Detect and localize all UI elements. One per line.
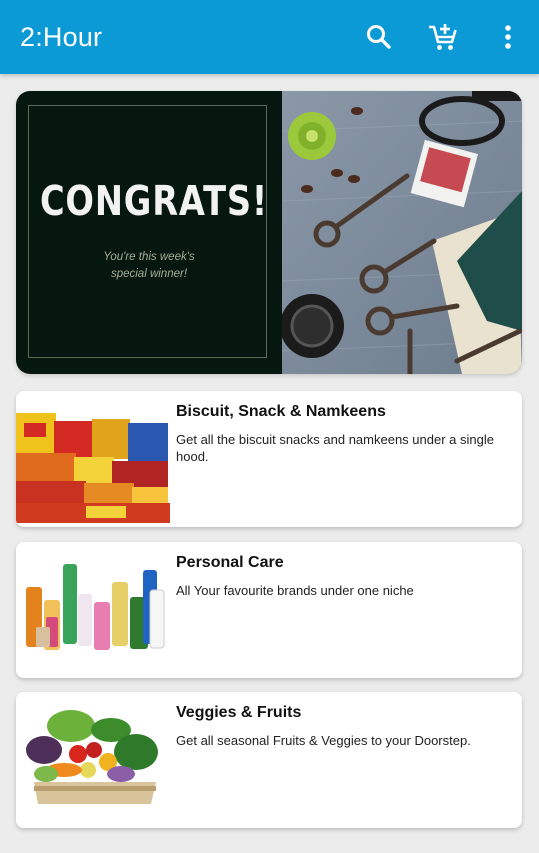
category-title: Personal Care <box>176 554 284 571</box>
congrats-panel: CONGRATS! You're this week's special win… <box>16 91 282 374</box>
decorative-frame <box>28 105 267 358</box>
overflow-menu-button[interactable] <box>491 20 525 54</box>
category-description: Get all the biscuit snacks and namkeens … <box>176 432 494 464</box>
category-card-snacks[interactable]: Biscuit, Snack & Namkeens Get all the bi… <box>16 391 522 527</box>
promo-banner[interactable]: CONGRATS! You're this week's special win… <box>16 91 522 374</box>
congrats-heading: CONGRATS! <box>39 177 269 225</box>
more-vert-icon <box>505 25 511 49</box>
winner-subtext: You're this week's special winner! <box>16 249 282 283</box>
category-card-veggies-fruits[interactable]: Veggies & Fruits Get all seasonal Fruits… <box>16 692 522 828</box>
add-to-cart-button[interactable] <box>426 20 460 54</box>
winner-subtext-line2: special winner! <box>110 268 188 280</box>
category-description: Get all seasonal Fruits & Veggies to you… <box>176 733 471 748</box>
vintage-keys-photo <box>280 91 522 374</box>
personal-care-image <box>16 542 170 678</box>
category-title: Veggies & Fruits <box>176 704 302 721</box>
snacks-image <box>16 391 170 527</box>
app-bar: 2:Hour <box>0 0 539 74</box>
category-card-personal-care[interactable]: Personal Care All Your favourite brands … <box>16 542 522 678</box>
veggies-fruits-image <box>16 692 170 828</box>
app-title: 2:Hour <box>20 22 103 52</box>
category-description: All Your favourite brands under one nich… <box>176 583 414 598</box>
search-button[interactable] <box>362 20 396 54</box>
category-title: Biscuit, Snack & Namkeens <box>176 403 386 420</box>
add-to-cart-icon <box>429 24 457 50</box>
search-icon <box>367 25 391 49</box>
winner-subtext-line1: You're this week's <box>103 251 195 263</box>
